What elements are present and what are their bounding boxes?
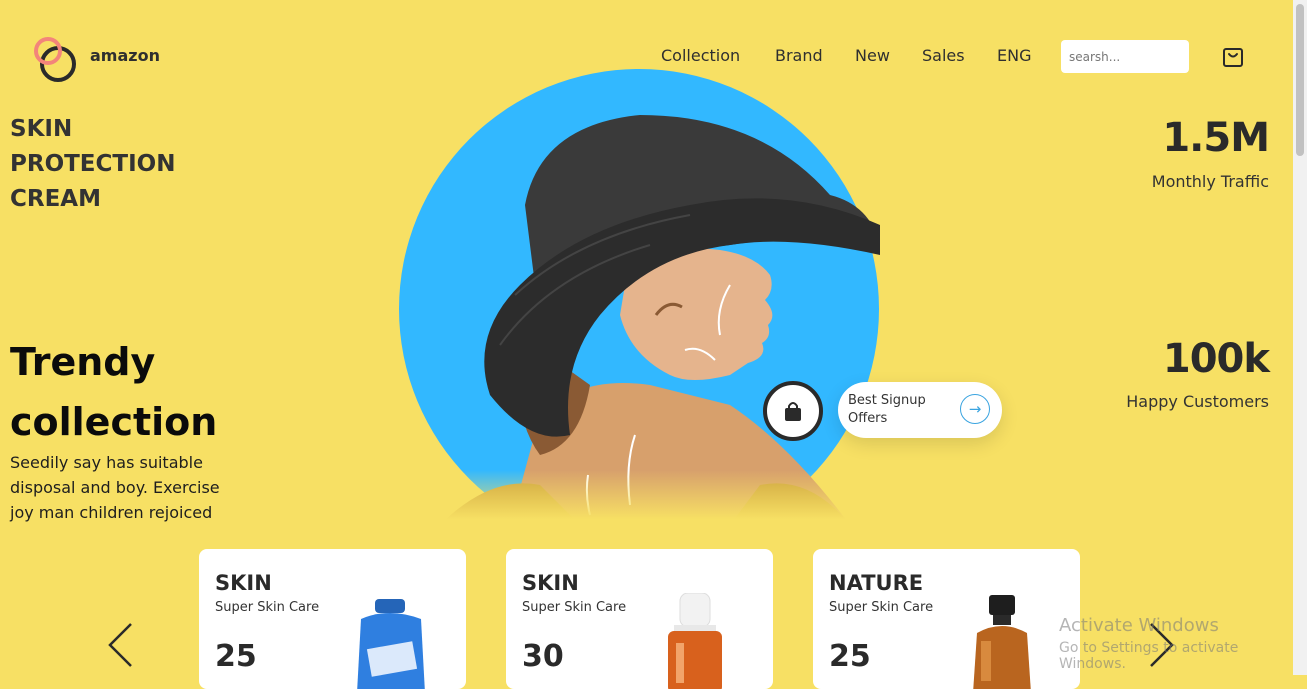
product-price: 30: [522, 639, 564, 674]
product-price: 25: [215, 639, 257, 674]
stat-traffic-value: 1.5M: [1162, 115, 1270, 161]
headline-line: PROTECTION: [10, 151, 176, 177]
brand-name[interactable]: amazon: [90, 46, 160, 65]
product-card[interactable]: SKIN Super Skin Care 30: [506, 549, 773, 689]
title-line: collection: [10, 400, 218, 444]
model-hat-image: [440, 115, 880, 525]
stat-customers-value: 100k: [1162, 336, 1270, 382]
nav-new[interactable]: New: [855, 46, 890, 65]
signup-offer-card[interactable]: Best Signup Offers →: [838, 382, 1002, 438]
nav-collection[interactable]: Collection: [661, 46, 740, 65]
headline-line: SKIN: [10, 116, 73, 142]
nav-sales[interactable]: Sales: [922, 46, 965, 65]
product-card[interactable]: NATURE Super Skin Care 25: [813, 549, 1080, 689]
nav-language[interactable]: ENG: [997, 46, 1031, 65]
activate-windows-title: Activate Windows: [1059, 615, 1219, 636]
logo-icon[interactable]: [33, 37, 77, 82]
shopping-bag-icon[interactable]: [763, 381, 823, 441]
nav-brand[interactable]: Brand: [775, 46, 823, 65]
stat-traffic-label: Monthly Traffic: [1151, 172, 1269, 191]
signup-offer-text: Best Signup Offers: [848, 393, 926, 426]
product-title: SKIN: [522, 571, 579, 595]
hero-title: Trendy collection: [10, 332, 217, 452]
hero-subheading: SKIN PROTECTION CREAM: [10, 112, 175, 217]
product-subtitle: Super Skin Care: [522, 600, 627, 615]
scrollbar-thumb[interactable]: [1296, 4, 1304, 156]
stat-customers-label: Happy Customers: [1126, 392, 1269, 411]
title-line: Trendy: [10, 340, 156, 384]
product-subtitle: Super Skin Care: [215, 600, 320, 615]
product-title: NATURE: [829, 571, 924, 595]
arrow-right-icon[interactable]: →: [960, 394, 990, 424]
cart-icon[interactable]: [1222, 46, 1244, 68]
hero-description: Seedily say has suitable disposal and bo…: [10, 453, 220, 522]
activate-windows-subtitle: Go to Settings to activate Windows.: [1059, 640, 1239, 672]
hero-fade: [399, 470, 879, 560]
product-subtitle: Super Skin Care: [829, 600, 934, 615]
carousel-prev-button[interactable]: [106, 620, 136, 670]
search-input[interactable]: [1061, 40, 1189, 73]
product-title: SKIN: [215, 571, 272, 595]
headline-line: CREAM: [10, 186, 101, 212]
product-card[interactable]: SKIN Super Skin Care 25: [199, 549, 466, 689]
product-price: 25: [829, 639, 871, 674]
